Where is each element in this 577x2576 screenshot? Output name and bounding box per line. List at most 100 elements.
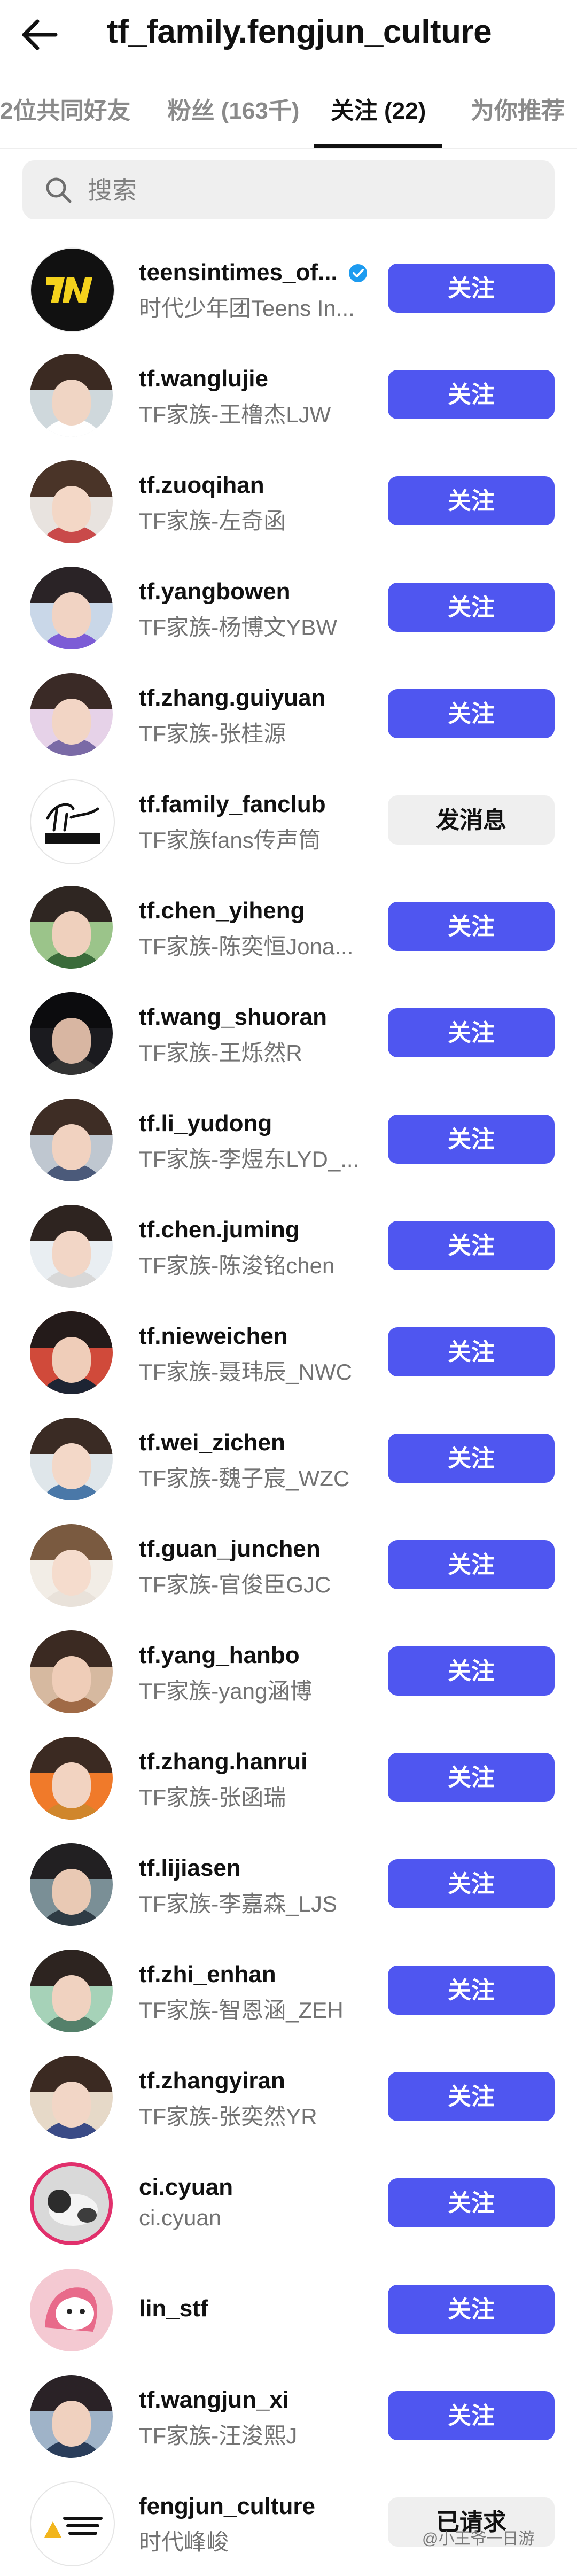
username[interactable]: tf.wei_zichen [139, 1429, 285, 1456]
list-item[interactable]: teensintimes_of... 时代少年团Teens In... 关注 [0, 236, 577, 342]
avatar[interactable] [30, 1099, 113, 1181]
follow-button[interactable]: 关注 [388, 370, 555, 419]
username[interactable]: tf.zuoqihan [139, 472, 264, 499]
username[interactable]: tf.zhang.guiyuan [139, 685, 326, 711]
list-item[interactable]: tf.nieweichen TF家族-聂玮辰_NWC 关注 [0, 1299, 577, 1406]
username[interactable]: tf.zhi_enhan [139, 1961, 276, 1988]
username[interactable]: tf.guan_junchen [139, 1536, 321, 1562]
username[interactable]: tf.zhang.hanrui [139, 1749, 307, 1775]
avatar[interactable] [30, 673, 113, 756]
fanclub-logo [45, 803, 100, 844]
avatar[interactable] [30, 460, 113, 543]
username[interactable]: ci.cyuan [139, 2174, 233, 2201]
list-item[interactable]: tf.zhang.hanrui TF家族-张函瑞 关注 [0, 1725, 577, 1831]
verified-badge-icon [349, 264, 367, 282]
follow-button[interactable]: 关注 [388, 1115, 555, 1164]
avatar[interactable] [30, 886, 113, 969]
avatar[interactable] [30, 247, 115, 332]
list-item[interactable]: tf.yang_hanbo TF家族-yang涵博 关注 [0, 1619, 577, 1725]
back-button[interactable] [18, 16, 61, 53]
username[interactable]: teensintimes_of... [139, 259, 338, 286]
follow-button[interactable]: 关注 [388, 1327, 555, 1376]
message-button[interactable]: 发消息 [388, 795, 555, 845]
list-item[interactable]: lin_stf 关注 [0, 2257, 577, 2363]
follow-button[interactable]: 关注 [388, 2391, 555, 2440]
avatar[interactable] [30, 1950, 113, 2032]
follow-button[interactable]: 关注 [388, 2178, 555, 2227]
avatar[interactable] [30, 1524, 113, 1607]
follow-button[interactable]: 关注 [388, 1646, 555, 1696]
list-item[interactable]: tf.lijiasen TF家族-李嘉森_LJS 关注 [0, 1831, 577, 1938]
username[interactable]: tf.wanglujie [139, 366, 268, 392]
list-item[interactable]: fengjun_culture 时代峰峻 已请求 [0, 2470, 577, 2576]
tab-following[interactable]: 关注 (22) [314, 86, 442, 148]
list-item[interactable]: tf.zhangyiran TF家族-张奕然YR 关注 [0, 2044, 577, 2150]
avatar[interactable] [30, 1737, 113, 1820]
username[interactable]: tf.yangbowen [139, 578, 291, 605]
username[interactable]: lin_stf [139, 2295, 208, 2322]
list-item[interactable]: tf.yangbowen TF家族-杨博文YBW 关注 [0, 555, 577, 661]
avatar[interactable] [30, 2056, 113, 2139]
username[interactable]: tf.lijiasen [139, 1855, 241, 1882]
search-bar[interactable] [22, 160, 555, 220]
list-item[interactable]: tf.family_fanclub TF家族fans传声筒 发消息 [0, 768, 577, 874]
list-item[interactable]: tf.wei_zichen TF家族-魏子宸_WZC 关注 [0, 1406, 577, 1512]
follow-button[interactable]: 关注 [388, 1966, 555, 2015]
username[interactable]: tf.yang_hanbo [139, 1642, 300, 1669]
display-name: TF家族-智恩涵_ZEH [139, 1998, 344, 2023]
tab-mutual-friends[interactable]: 2位共同好友 [0, 86, 130, 148]
follow-button[interactable]: 关注 [388, 1859, 555, 1908]
avatar[interactable] [30, 1843, 113, 1926]
avatar-face [52, 1443, 91, 1489]
follow-button[interactable]: 关注 [388, 264, 555, 313]
follow-button[interactable]: 关注 [388, 1753, 555, 1802]
username[interactable]: tf.wangjun_xi [139, 2387, 289, 2413]
avatar[interactable] [30, 992, 113, 1075]
avatar[interactable] [30, 1205, 113, 1288]
avatar[interactable] [30, 2481, 115, 2566]
follow-button[interactable]: 关注 [388, 1434, 555, 1483]
follow-button[interactable]: 关注 [388, 2072, 555, 2121]
display-name: TF家族-李嘉森_LJS [139, 1891, 338, 1916]
follow-button[interactable]: 关注 [388, 583, 555, 632]
avatar-face [52, 1231, 91, 1277]
list-item[interactable]: tf.zhang.guiyuan TF家族-张桂源 关注 [0, 661, 577, 768]
avatar[interactable] [30, 1311, 113, 1394]
avatar[interactable] [30, 2375, 113, 2458]
avatar[interactable] [30, 354, 113, 437]
username[interactable]: tf.zhangyiran [139, 2068, 285, 2094]
tab-followers[interactable]: 粉丝 (163千) [161, 86, 306, 148]
list-item[interactable]: tf.chen_yiheng TF家族-陈奕恒Jona... 关注 [0, 874, 577, 980]
follow-button[interactable]: 关注 [388, 689, 555, 738]
username[interactable]: tf.nieweichen [139, 1323, 288, 1350]
avatar[interactable] [30, 2269, 113, 2351]
username[interactable]: tf.chen.juming [139, 1217, 300, 1243]
avatar[interactable] [30, 779, 115, 864]
username[interactable]: tf.li_yudong [139, 1110, 272, 1137]
list-item[interactable]: tf.li_yudong TF家族-李煜东LYD_... 关注 [0, 1087, 577, 1193]
list-item[interactable]: tf.wangjun_xi TF家族-汪浚熙J 关注 [0, 2363, 577, 2470]
list-item[interactable]: tf.chen.juming TF家族-陈浚铭chen 关注 [0, 1193, 577, 1299]
username[interactable]: tf.wang_shuoran [139, 1004, 327, 1031]
avatar[interactable] [30, 1630, 113, 1713]
username[interactable]: tf.chen_yiheng [139, 898, 305, 924]
follow-button[interactable]: 关注 [388, 1221, 555, 1270]
follow-button[interactable]: 关注 [388, 902, 555, 951]
follow-button[interactable]: 关注 [388, 476, 555, 525]
avatar[interactable] [30, 567, 113, 649]
follow-button[interactable]: 关注 [388, 1540, 555, 1589]
username[interactable]: fengjun_culture [139, 2493, 315, 2520]
list-item[interactable]: tf.wanglujie TF家族-王橹杰LJW 关注 [0, 342, 577, 448]
list-item[interactable]: tf.guan_junchen TF家族-官俊臣GJC 关注 [0, 1512, 577, 1619]
list-item[interactable]: tf.zhi_enhan TF家族-智恩涵_ZEH 关注 [0, 1938, 577, 2044]
list-item[interactable]: ci.cyuan ci.cyuan 关注 [0, 2150, 577, 2257]
search-input[interactable] [87, 160, 527, 220]
list-item[interactable]: tf.wang_shuoran TF家族-王烁然R 关注 [0, 980, 577, 1087]
tab-suggested[interactable]: 为你推荐 [458, 86, 577, 148]
list-item[interactable]: tf.zuoqihan TF家族-左奇函 关注 [0, 448, 577, 555]
avatar[interactable] [30, 1418, 113, 1500]
avatar[interactable] [30, 2162, 113, 2245]
follow-button[interactable]: 关注 [388, 2285, 555, 2334]
username[interactable]: tf.family_fanclub [139, 791, 326, 818]
follow-button[interactable]: 关注 [388, 1008, 555, 1057]
